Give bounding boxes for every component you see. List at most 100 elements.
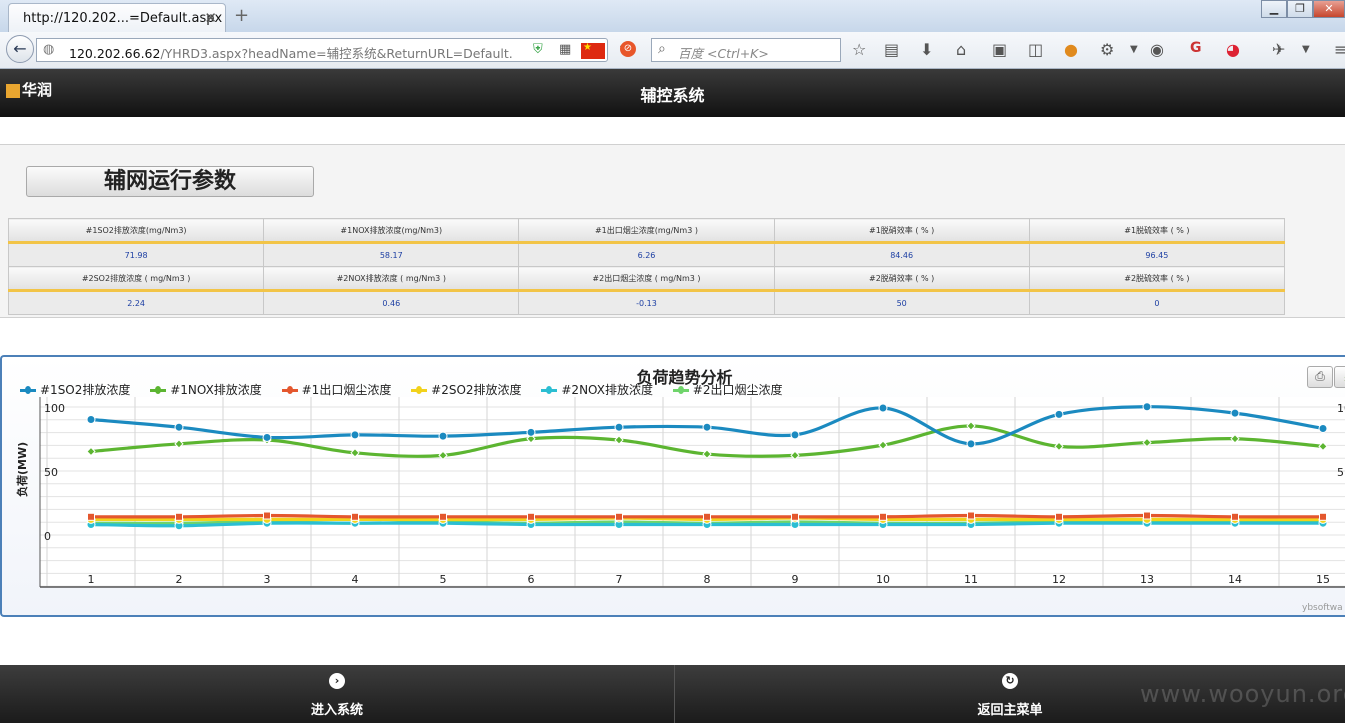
new-tab-icon[interactable]: + xyxy=(234,5,249,26)
app-header: 华润 辅控系统 xyxy=(0,69,1345,117)
data-point xyxy=(262,432,272,442)
addon-bug-icon[interactable]: ✈ xyxy=(1272,40,1285,59)
param-value: 96.45 xyxy=(1028,242,1286,267)
y-tick-label: 0 xyxy=(44,530,51,543)
param-header: #1NOX排放浓度(mg/Nm3) xyxy=(263,218,520,244)
x-tick-label: 7 xyxy=(616,573,623,586)
data-point xyxy=(878,403,888,413)
address-bar[interactable]: ◍ 120.202.66.62/YHRD3.aspx?headName=辅控系统… xyxy=(36,38,632,62)
data-point xyxy=(1319,512,1327,521)
data-point xyxy=(1142,402,1152,412)
param-value: 0.46 xyxy=(263,290,520,315)
browser-tab[interactable]: http://120.202...=Default.aspx ✕ xyxy=(8,3,226,32)
enter-system-label: 进入系统 xyxy=(310,703,363,718)
data-point xyxy=(1230,408,1240,418)
param-value: 6.26 xyxy=(518,242,775,267)
x-tick-label: 6 xyxy=(528,573,535,586)
url-shield-icon[interactable]: ⛨ xyxy=(533,42,543,57)
enter-system-button[interactable]: › 进入系统 xyxy=(0,665,675,723)
page-title: 辅控系统 xyxy=(640,86,705,105)
data-point xyxy=(175,512,183,521)
addon-fox-icon[interactable]: ● xyxy=(1064,40,1078,59)
x-tick-label: 11 xyxy=(964,573,978,586)
param-value: 84.46 xyxy=(773,242,1030,267)
browser-titlebar: http://120.202...=Default.aspx ✕ + ▁ ❐ ✕ xyxy=(0,0,1345,33)
dropdown-arrow-icon[interactable]: ▼ xyxy=(1130,44,1138,55)
data-point xyxy=(1143,511,1151,520)
param-header: #1出口烟尘浓度(mg/Nm3 ) xyxy=(518,218,775,244)
maximize-icon[interactable]: ❐ xyxy=(1287,0,1313,18)
addon-red-icon[interactable]: ◕ xyxy=(1226,40,1240,59)
x-tick-label: 12 xyxy=(1052,573,1066,586)
sidebar-icon[interactable]: ◫ xyxy=(1028,40,1043,59)
right-tick-label: 10 xyxy=(1337,402,1345,415)
minimize-icon[interactable]: ▁ xyxy=(1261,0,1287,18)
globe-icon: ◍ xyxy=(43,42,55,57)
param-value: 50 xyxy=(773,290,1030,315)
watermark: www.wooyun.org xyxy=(1140,680,1345,708)
url-text: 120.202.66.62/YHRD3.aspx?headName=辅控系统&R… xyxy=(69,46,513,61)
bookmark-star-icon[interactable]: ☆ xyxy=(852,40,866,59)
bookmarks-list-icon[interactable]: ▤ xyxy=(884,40,899,59)
settings-gear-icon[interactable]: ⚙ xyxy=(1100,40,1114,59)
menu-icon[interactable]: ≡ xyxy=(1334,40,1345,59)
data-point xyxy=(86,415,96,425)
param-value: 0 xyxy=(1028,290,1286,315)
search-placeholder: 百度 <Ctrl+K> xyxy=(678,46,769,61)
chart-credit: ybsoftwa xyxy=(1302,603,1343,613)
data-point xyxy=(790,430,800,440)
x-tick-label: 10 xyxy=(876,573,890,586)
param-value: 2.24 xyxy=(7,290,265,315)
param-header: #2NOX排放浓度 ( mg/Nm3 ) xyxy=(263,266,520,292)
data-point xyxy=(967,511,975,520)
search-icon: ⌕ xyxy=(658,41,666,57)
x-tick-label: 2 xyxy=(176,573,183,586)
globe-addon-icon[interactable]: ◉ xyxy=(1150,40,1164,59)
x-tick-label: 14 xyxy=(1228,573,1242,586)
search-input[interactable]: ⌕ 百度 <Ctrl+K> xyxy=(651,38,841,62)
data-point xyxy=(174,422,184,432)
back-button[interactable]: ← xyxy=(6,35,34,63)
x-tick-label: 4 xyxy=(352,573,359,586)
param-value: 71.98 xyxy=(7,242,265,267)
x-tick-label: 1 xyxy=(88,573,95,586)
data-point xyxy=(1318,423,1328,433)
noscript-icon[interactable]: ⊘ xyxy=(620,41,636,57)
chevron-right-icon: › xyxy=(329,673,345,689)
browser-navbar: ← ◍ 120.202.66.62/YHRD3.aspx?headName=辅控… xyxy=(0,32,1345,69)
right-tick-label: 5 xyxy=(1337,466,1344,479)
param-value: -0.13 xyxy=(518,290,775,315)
reader-icon[interactable]: ▣ xyxy=(992,40,1007,59)
qr-code-icon[interactable]: ▦ xyxy=(559,42,571,57)
tab-title: http://120.202...=Default.aspx xyxy=(23,11,223,26)
gm-addon-icon[interactable]: G xyxy=(1190,40,1202,56)
data-point xyxy=(702,422,712,432)
y-tick-label: 100 xyxy=(44,402,65,415)
param-header: #1脱硫效率 ( % ) xyxy=(1028,218,1286,244)
param-header: #2SO2排放浓度 ( mg/Nm3 ) xyxy=(7,266,265,292)
download-icon[interactable]: ⬇ xyxy=(920,40,933,59)
data-point xyxy=(615,512,623,521)
data-point xyxy=(966,439,976,449)
data-point xyxy=(791,512,799,521)
table-row: #2SO2排放浓度 ( mg/Nm3 ) #2NOX排放浓度 ( mg/Nm3 … xyxy=(7,266,1286,292)
section-label-button[interactable]: 辅网运行参数 xyxy=(26,166,314,197)
overflow-arrow-icon[interactable]: ▼ xyxy=(1302,44,1310,55)
close-window-icon[interactable]: ✕ xyxy=(1313,0,1345,18)
params-panel: 辅网运行参数 #1SO2排放浓度(mg/Nm3) #1NOX排放浓度(mg/Nm… xyxy=(0,144,1345,318)
y-tick-label: 50 xyxy=(44,466,58,479)
line-chart: 100500105123456789101112131415 xyxy=(39,397,1345,588)
x-tick-label: 3 xyxy=(264,573,271,586)
data-point xyxy=(87,512,95,521)
data-point xyxy=(351,512,359,521)
data-point xyxy=(703,512,711,521)
close-tab-icon[interactable]: ✕ xyxy=(204,9,217,27)
data-point xyxy=(350,430,360,440)
home-icon[interactable]: ⌂ xyxy=(956,40,966,59)
data-point xyxy=(439,512,447,521)
param-header: #2出口烟尘浓度 ( mg/Nm3 ) xyxy=(518,266,775,292)
data-point xyxy=(526,427,536,437)
x-tick-label: 15 xyxy=(1316,573,1330,586)
x-tick-label: 5 xyxy=(440,573,447,586)
data-point xyxy=(527,512,535,521)
